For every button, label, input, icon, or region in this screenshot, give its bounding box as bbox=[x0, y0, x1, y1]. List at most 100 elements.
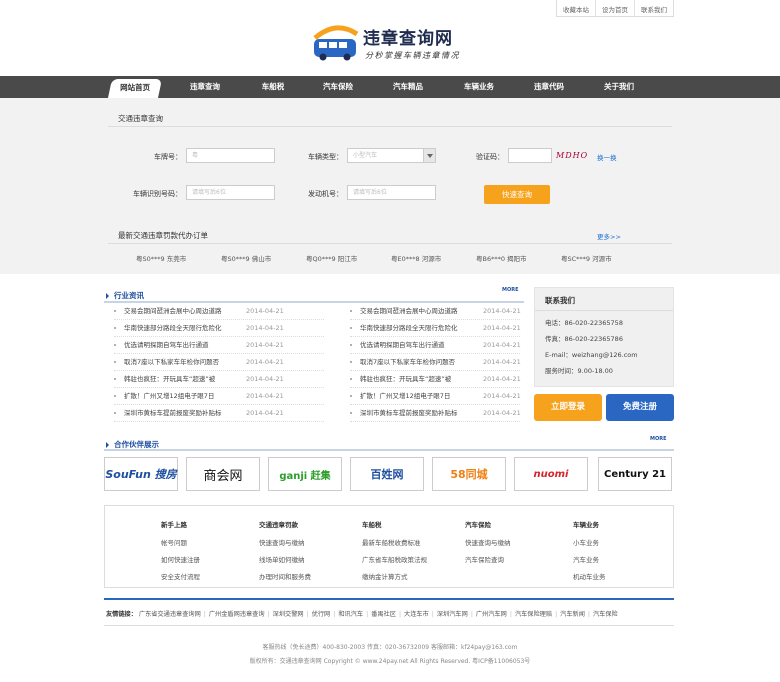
friend-link[interactable]: 番禺社区 bbox=[371, 611, 396, 618]
friend-link[interactable]: 广州金盾网违章查询 bbox=[209, 611, 265, 618]
partner-logo-58[interactable]: 58同城 bbox=[432, 457, 506, 491]
partner-logo-ganji[interactable]: ganji 赶集 bbox=[268, 457, 342, 491]
help-link[interactable]: 线场单如何缴纳 bbox=[259, 554, 305, 564]
friend-link[interactable]: 汽车保险理赔 bbox=[515, 611, 552, 618]
nav-violation-codes[interactable]: 违章代码 bbox=[524, 76, 574, 98]
add-favorite-link[interactable]: 收藏本站 bbox=[557, 0, 596, 16]
partners-more-link[interactable]: MORE bbox=[650, 436, 667, 442]
news-title[interactable]: 华南快速部分路段全天限行危险化 bbox=[360, 320, 458, 336]
news-date: 2014-04-21 bbox=[246, 409, 284, 417]
news-item[interactable]: 深圳市黄标车提前报废奖励补贴标 2014-04-21 bbox=[350, 405, 521, 422]
news-item[interactable]: 交易会期间琶洲会展中心周边道路 2014-04-21 bbox=[350, 303, 521, 320]
news-title[interactable]: 韩驻也疯狂：开玩具车“超速”被 bbox=[124, 371, 215, 387]
news-date: 2014-04-21 bbox=[483, 307, 521, 315]
friend-link[interactable]: 深圳交警网 bbox=[273, 611, 304, 618]
friend-link[interactable]: 汽车新闻 bbox=[560, 611, 585, 618]
news-item[interactable]: 深圳市黄标车提前报废奖励补贴标 2014-04-21 bbox=[114, 405, 324, 422]
help-link[interactable]: 广东省车船税政策法规 bbox=[362, 554, 427, 564]
contact-us-link[interactable]: 联系我们 bbox=[635, 0, 673, 16]
nav-violation-query[interactable]: 违章查询 bbox=[180, 76, 230, 98]
captcha-refresh-link[interactable]: 换一换 bbox=[597, 152, 617, 162]
news-title[interactable]: 扩散！广州又增12组电子眼7日 bbox=[360, 388, 450, 404]
news-item[interactable]: 优选请明探期自驾车出行通道 2014-04-21 bbox=[114, 337, 324, 354]
help-link[interactable]: 小车业务 bbox=[573, 537, 599, 547]
partner-logo-soufun[interactable]: SouFun 搜房 bbox=[104, 457, 178, 491]
help-link[interactable]: 办理时间和服务费 bbox=[259, 571, 311, 581]
news-title[interactable]: 优选请明探期自驾车出行通道 bbox=[124, 337, 209, 353]
bullet-icon bbox=[114, 412, 116, 414]
captcha-input[interactable] bbox=[508, 148, 552, 163]
news-title[interactable]: 取消7座以下私家车年检你问题否 bbox=[360, 354, 455, 370]
help-link[interactable]: 安全支付流程 bbox=[161, 571, 200, 581]
news-more-link[interactable]: MORE bbox=[502, 287, 519, 293]
news-item[interactable]: 取消7座以下私家车年检你问题否 2014-04-21 bbox=[114, 354, 324, 371]
partner-logo-century21[interactable]: Century 21 bbox=[598, 457, 672, 491]
top-links: 收藏本站 设为首页 联系我们 bbox=[556, 0, 674, 17]
contact-phone: 电话：86-020-22365758 bbox=[545, 319, 623, 327]
order-item: 粤B6***0 揭阳市 bbox=[476, 255, 527, 263]
help-link[interactable]: 快速查询与缴纳 bbox=[465, 537, 511, 547]
nav-car-insurance[interactable]: 汽车保险 bbox=[313, 76, 363, 98]
bullet-icon bbox=[350, 344, 352, 346]
news-title[interactable]: 取消7座以下私家车年检你问题否 bbox=[124, 354, 219, 370]
news-date: 2014-04-21 bbox=[483, 358, 521, 366]
friend-link[interactable]: 优行网 bbox=[312, 611, 331, 618]
friend-link[interactable]: 和讯汽车 bbox=[338, 611, 363, 618]
divider bbox=[104, 449, 674, 451]
separator: | bbox=[470, 611, 473, 618]
partner-logo-shanghui[interactable]: 商会网 bbox=[186, 457, 260, 491]
help-link[interactable]: 最新车船税收费标准 bbox=[362, 537, 421, 547]
news-item[interactable]: 韩驻也疯狂：开玩具车“超速”被 2014-04-21 bbox=[350, 371, 521, 388]
news-title[interactable]: 优选请明探期自驾车出行通道 bbox=[360, 337, 445, 353]
news-title[interactable]: 韩驻也疯狂：开玩具车“超速”被 bbox=[360, 371, 451, 387]
nav-home[interactable]: 网站首页 bbox=[107, 79, 163, 98]
news-item[interactable]: 优选请明探期自驾车出行通道 2014-04-21 bbox=[350, 337, 521, 354]
friend-link[interactable]: 广东省交通违章查询网 bbox=[139, 611, 201, 618]
nav-vehicle-business[interactable]: 车辆业务 bbox=[454, 76, 504, 98]
news-item[interactable]: 华南快速部分路段全天限行危险化 2014-04-21 bbox=[350, 320, 521, 337]
news-title[interactable]: 扩散！广州又增12组电子眼7日 bbox=[124, 388, 214, 404]
separator: | bbox=[555, 611, 558, 618]
help-link[interactable]: 机动车业务 bbox=[573, 571, 606, 581]
nav-car-products[interactable]: 汽车精品 bbox=[383, 76, 433, 98]
news-title[interactable]: 交易会期间琶洲会展中心周边道路 bbox=[360, 303, 458, 319]
engine-input[interactable]: 请填写后6位 bbox=[347, 185, 436, 200]
divider bbox=[108, 126, 672, 127]
news-item[interactable]: 扩散！广州又增12组电子眼7日 2014-04-21 bbox=[114, 388, 324, 405]
vin-input[interactable]: 请填写后6位 bbox=[186, 185, 275, 200]
news-title[interactable]: 深圳市黄标车提前报废奖励补贴标 bbox=[360, 405, 458, 421]
partner-logo-baixing[interactable]: 百姓网 bbox=[350, 457, 424, 491]
nav-about-us[interactable]: 关于我们 bbox=[594, 76, 644, 98]
quick-query-button[interactable]: 快速查询 bbox=[484, 185, 550, 204]
help-link[interactable]: 如何快速注册 bbox=[161, 554, 200, 564]
nav-vehicle-tax[interactable]: 车船税 bbox=[248, 76, 298, 98]
plate-input[interactable]: 粤 bbox=[186, 148, 275, 163]
news-title[interactable]: 深圳市黄标车提前报废奖励补贴标 bbox=[124, 405, 222, 421]
news-title[interactable]: 华南快速部分路段全天限行危险化 bbox=[124, 320, 222, 336]
login-button[interactable]: 立即登录 bbox=[534, 394, 602, 421]
news-title[interactable]: 交易会期间琶洲会展中心周边道路 bbox=[124, 303, 222, 319]
news-item[interactable]: 扩散！广州又增12组电子眼7日 2014-04-21 bbox=[350, 388, 521, 405]
help-link[interactable]: 帐号问题 bbox=[161, 537, 187, 547]
help-link[interactable]: 缴纳金计算方式 bbox=[362, 571, 408, 581]
friend-link[interactable]: 大连车市 bbox=[404, 611, 429, 618]
help-link[interactable]: 快速查询与缴纳 bbox=[259, 537, 305, 547]
friend-link[interactable]: 汽车保险 bbox=[593, 611, 618, 618]
vehicle-type-select[interactable]: 小型汽车 bbox=[347, 148, 436, 163]
partner-logo-nuomi[interactable]: nuomi bbox=[514, 457, 588, 491]
site-logo[interactable]: 违章查询网 分秒掌握车辆违章情况 bbox=[311, 24, 471, 64]
news-date: 2014-04-21 bbox=[483, 375, 521, 383]
news-item[interactable]: 韩驻也疯狂：开玩具车“超速”被 2014-04-21 bbox=[114, 371, 324, 388]
order-item: 粤E0***8 河源市 bbox=[391, 255, 442, 263]
news-item[interactable]: 交易会期间琶洲会展中心周边道路 2014-04-21 bbox=[114, 303, 324, 320]
orders-more-link[interactable]: 更多>> bbox=[597, 231, 621, 241]
set-homepage-link[interactable]: 设为首页 bbox=[596, 0, 635, 16]
help-link[interactable]: 汽车保险查询 bbox=[465, 554, 504, 564]
news-item[interactable]: 取消7座以下私家车年检你问题否 2014-04-21 bbox=[350, 354, 521, 371]
friend-link[interactable]: 深圳汽车网 bbox=[437, 611, 468, 618]
bullet-icon bbox=[114, 395, 116, 397]
help-link[interactable]: 汽车业务 bbox=[573, 554, 599, 564]
register-button[interactable]: 免费注册 bbox=[606, 394, 674, 421]
friend-link[interactable]: 广州汽车网 bbox=[476, 611, 507, 618]
news-item[interactable]: 华南快速部分路段全天限行危险化 2014-04-21 bbox=[114, 320, 324, 337]
